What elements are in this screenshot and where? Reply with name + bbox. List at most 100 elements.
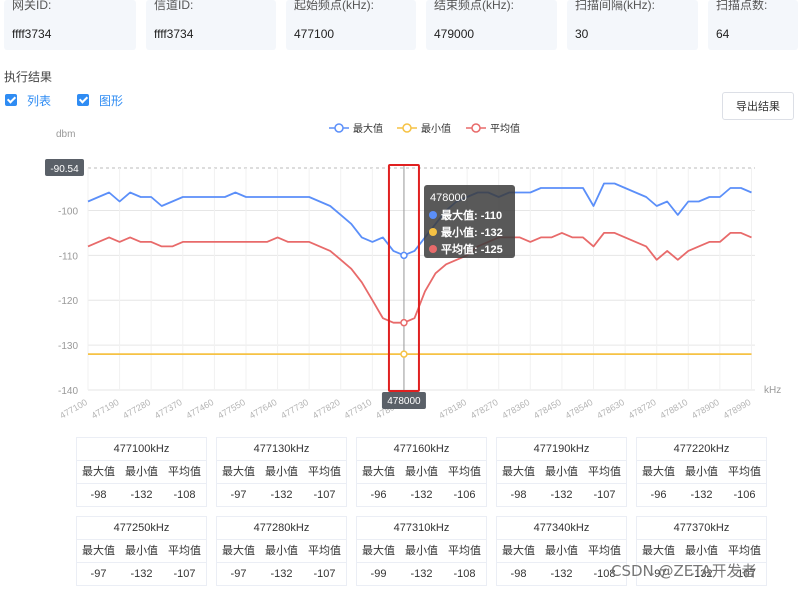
x-tick-label: 478540 bbox=[563, 397, 594, 421]
info-label: 网关ID: bbox=[12, 0, 52, 12]
freq-cell-col-headers: 最大值 最小值 平均值 bbox=[357, 540, 486, 563]
freq-cell-header: 477130kHz bbox=[217, 438, 346, 461]
col-header: 最大值 bbox=[222, 466, 255, 478]
freq-cell-values: -97 -132 -107 bbox=[217, 563, 346, 586]
checkbox-list[interactable]: 列表 bbox=[5, 92, 51, 109]
check-icon[interactable] bbox=[77, 94, 89, 106]
col-header: 最小值 bbox=[265, 545, 298, 557]
value-min: -132 bbox=[270, 489, 293, 501]
x-tick-label: 477820 bbox=[311, 397, 342, 421]
value-max: -96 bbox=[370, 489, 387, 501]
info-value: 64 bbox=[716, 27, 730, 41]
col-header: 最小值 bbox=[125, 466, 158, 478]
freq-cell-header: 477160kHz bbox=[357, 438, 486, 461]
x-tick-label: 477730 bbox=[279, 397, 310, 421]
freq-cell-col-headers: 最大值 最小值 平均值 bbox=[497, 461, 626, 484]
legend-label: 最小值 bbox=[421, 122, 451, 135]
freq-cell-col-headers: 最大值 最小值 平均值 bbox=[497, 540, 626, 563]
freq-cell-values: -96 -132 -106 bbox=[637, 484, 766, 507]
col-header: 平均值 bbox=[448, 466, 481, 478]
y-tick-label: -140 bbox=[58, 386, 78, 397]
value-min: -132 bbox=[550, 489, 573, 501]
x-tick-label: 478630 bbox=[595, 397, 626, 421]
freq-cell-values: -96 -132 -106 bbox=[357, 484, 486, 507]
x-tick-label: 478180 bbox=[437, 397, 468, 421]
col-header: 平均值 bbox=[588, 466, 621, 478]
col-header: 最大值 bbox=[642, 466, 675, 478]
freq-cell-col-headers: 最大值 最小值 平均值 bbox=[217, 461, 346, 484]
x-tick-label: 478720 bbox=[627, 397, 658, 421]
x-tick-label: 477910 bbox=[342, 397, 373, 421]
freq-cell-col-headers: 最大值 最小值 平均值 bbox=[357, 461, 486, 484]
legend-label: 最大值 bbox=[353, 122, 383, 135]
info-value: 477100 bbox=[294, 27, 335, 41]
tooltip-dot bbox=[429, 211, 437, 219]
x-tick-label: 478360 bbox=[500, 397, 531, 421]
info-label: 信道ID: bbox=[154, 0, 194, 12]
info-label: 扫描点数: bbox=[716, 0, 768, 12]
value-min: -132 bbox=[130, 489, 153, 501]
col-header: 平均值 bbox=[728, 545, 761, 557]
tooltip-row: 平均值: -125 bbox=[441, 242, 503, 256]
y-max-label: -90.54 bbox=[50, 164, 79, 175]
col-header: 平均值 bbox=[588, 545, 621, 557]
value-min: -132 bbox=[410, 568, 433, 580]
col-header: 平均值 bbox=[308, 466, 341, 478]
y-tick-label: -120 bbox=[58, 296, 78, 307]
x-tick-label: 478900 bbox=[690, 397, 721, 421]
freq-cell-header: 477340kHz bbox=[497, 517, 626, 540]
info-start-freq: 起始频点(kHz): 477100 bbox=[286, 0, 416, 50]
value-avg: -107 bbox=[593, 489, 616, 501]
freq-cell-header: 477370kHz bbox=[637, 517, 766, 540]
x-tick-label: 477460 bbox=[184, 397, 215, 421]
col-header: 最小值 bbox=[685, 545, 718, 557]
value-max: -98 bbox=[90, 489, 107, 501]
freq-cell-values: -97 -132 -107 bbox=[217, 484, 346, 507]
y-tick-label: -110 bbox=[59, 251, 79, 262]
col-header: 最大值 bbox=[362, 545, 395, 557]
value-avg: -106 bbox=[453, 489, 476, 501]
x-tick-label: 477370 bbox=[153, 397, 184, 421]
freq-cell-header: 477280kHz bbox=[217, 517, 346, 540]
tooltip-row: 最小值: -132 bbox=[441, 225, 503, 239]
freq-cell-header: 477220kHz bbox=[637, 438, 766, 461]
tooltip-title: 478000 bbox=[430, 192, 467, 204]
legend-marker bbox=[334, 123, 344, 133]
section-title: 执行结果 bbox=[4, 70, 53, 84]
tooltip-dot bbox=[429, 245, 437, 253]
freq-cell-values: -97 -132 -107 bbox=[77, 563, 206, 586]
scan-info-row: 网关ID: ffff3734 信道ID: ffff3734 起始频点(kHz):… bbox=[0, 0, 798, 52]
col-header: 最小值 bbox=[405, 466, 438, 478]
freq-cell-header: 477310kHz bbox=[357, 517, 486, 540]
freq-cell-values: -98 -132 -108 bbox=[497, 563, 626, 586]
value-max: -99 bbox=[370, 568, 387, 580]
info-value: ffff3734 bbox=[12, 27, 52, 41]
checkbox-label[interactable]: 列表 bbox=[27, 92, 51, 109]
freq-cell-block: 477100kHz 最大值 最小值 平均值 -98 -132 -108 bbox=[76, 437, 207, 507]
value-min: -132 bbox=[410, 489, 433, 501]
value-avg: -108 bbox=[453, 568, 476, 580]
freq-cell-block: 477160kHz 最大值 最小值 平均值 -96 -132 -106 bbox=[356, 437, 487, 507]
info-end-freq: 结束频点(kHz): 479000 bbox=[426, 0, 557, 50]
value-avg: -107 bbox=[313, 489, 336, 501]
check-icon[interactable] bbox=[5, 94, 17, 106]
value-max: -97 bbox=[90, 568, 107, 580]
hover-marker bbox=[400, 318, 408, 327]
checkbox-chart[interactable]: 图形 bbox=[77, 92, 123, 109]
freq-cell-values: -98 -132 -108 bbox=[77, 484, 206, 507]
x-tick-label: 477100 bbox=[58, 397, 89, 421]
freq-cell-header: 477100kHz bbox=[77, 438, 206, 461]
info-scan-points: 扫描点数: 64 bbox=[708, 0, 798, 50]
col-header: 最小值 bbox=[265, 466, 298, 478]
x-tick-label: 478990 bbox=[721, 397, 752, 421]
info-value: ffff3734 bbox=[154, 27, 194, 41]
y-tick-label: -130 bbox=[58, 341, 78, 352]
spectrum-chart[interactable]: dbm -100 -110 -120 -130 -140 -90.54 477100 47719… bbox=[0, 110, 798, 430]
value-max: -96 bbox=[650, 489, 667, 501]
info-label: 结束频点(kHz): bbox=[434, 0, 514, 12]
col-header: 最小值 bbox=[685, 466, 718, 478]
col-header: 平均值 bbox=[728, 466, 761, 478]
col-header: 最小值 bbox=[545, 545, 578, 557]
hover-marker bbox=[400, 350, 408, 358]
checkbox-label[interactable]: 图形 bbox=[99, 92, 123, 109]
